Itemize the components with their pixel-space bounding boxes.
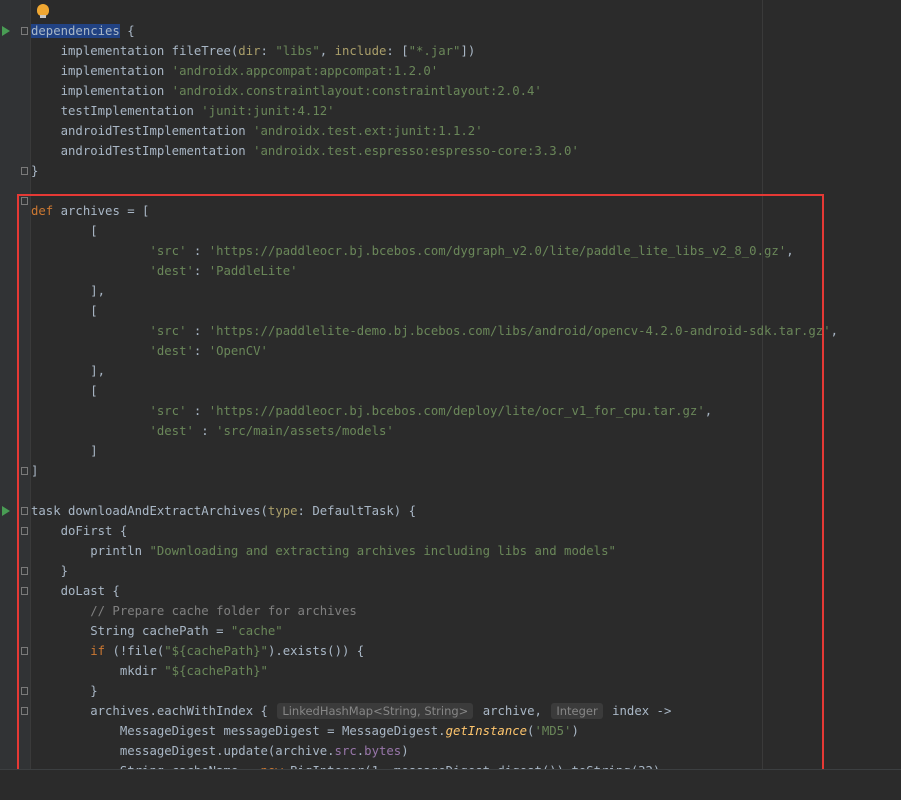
code-line[interactable]: implementation 'androidx.constraintlayou…	[31, 81, 542, 101]
code-token: androidTestImplementation	[31, 124, 254, 138]
run-gutter-icon[interactable]	[2, 26, 10, 36]
code-token: ,	[830, 324, 839, 338]
code-token: 'androidx.test.ext:junit:1.1.2'	[253, 124, 483, 138]
horizontal-scrollbar[interactable]	[0, 769, 901, 800]
code-token: androidTestImplementation	[31, 144, 254, 158]
code-token: 'androidx.appcompat:appcompat:1.2.0'	[171, 64, 439, 78]
code-token: 'androidx.constraintlayout:constraintlay…	[171, 84, 542, 98]
code-token: "libs"	[275, 44, 320, 58]
code-token: dependencies	[31, 24, 120, 38]
code-token: ,	[319, 44, 335, 58]
code-token: :	[260, 44, 276, 58]
fold-marker-icon[interactable]	[21, 167, 28, 175]
red-highlight-annotation	[17, 194, 824, 797]
code-line[interactable]: implementation 'androidx.appcompat:appco…	[31, 61, 439, 81]
code-token: testImplementation	[31, 104, 202, 118]
code-line[interactable]: dependencies {	[31, 21, 135, 41]
code-token: }	[31, 164, 39, 178]
code-token: implementation	[31, 64, 172, 78]
fold-marker-icon[interactable]	[21, 27, 28, 35]
code-token: ])	[460, 44, 476, 58]
lightbulb-intention-icon[interactable]	[37, 4, 49, 18]
code-token: 'androidx.test.espresso:espresso-core:3.…	[253, 144, 579, 158]
code-token: : [	[386, 44, 409, 58]
code-line[interactable]: }	[31, 161, 38, 181]
code-token: dir	[238, 44, 261, 58]
code-line[interactable]: androidTestImplementation 'androidx.test…	[31, 121, 483, 141]
code-token: implementation	[31, 84, 172, 98]
code-token: 'junit:junit:4.12'	[201, 104, 335, 118]
code-token: implementation fileTree(	[31, 44, 239, 58]
code-line[interactable]: testImplementation 'junit:junit:4.12'	[31, 101, 335, 121]
code-token: "*.jar"	[408, 44, 461, 58]
code-token: {	[119, 24, 135, 38]
run-gutter-icon[interactable]	[2, 506, 10, 516]
code-token: include	[334, 44, 387, 58]
code-line[interactable]: androidTestImplementation 'androidx.test…	[31, 141, 579, 161]
code-line[interactable]: implementation fileTree(dir: "libs", inc…	[31, 41, 476, 61]
